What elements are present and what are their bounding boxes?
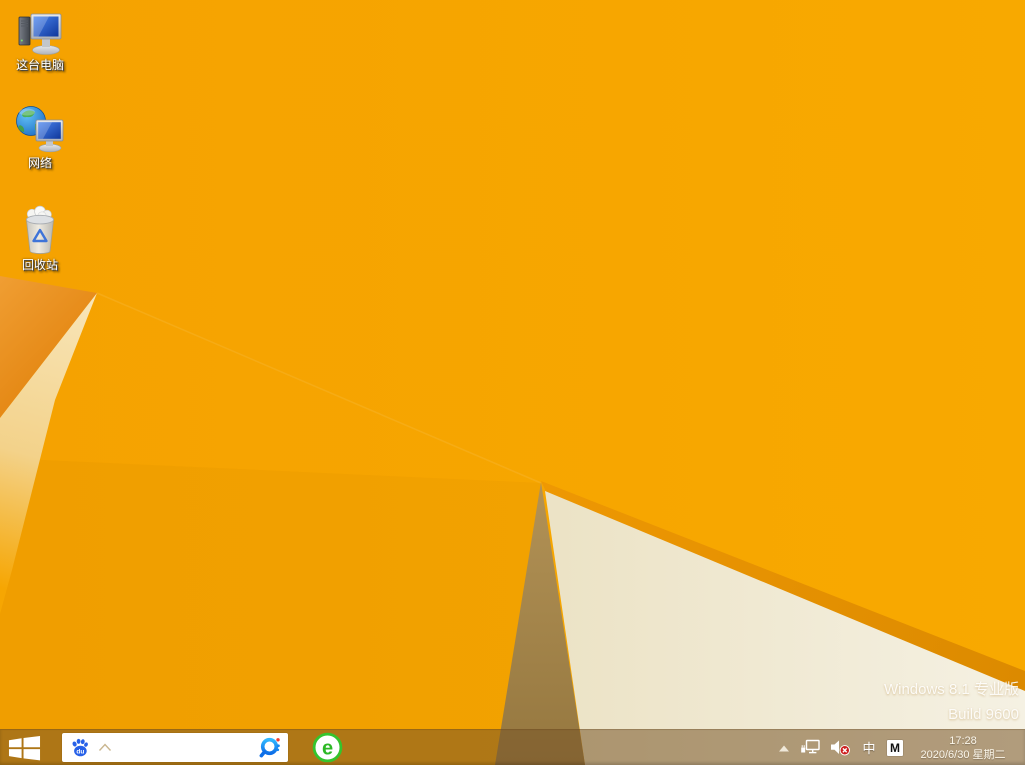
desktop-icon-network[interactable]: 网络 [8, 104, 72, 170]
desktop-icon-label: 网络 [8, 156, 72, 170]
wired-network-icon [800, 739, 821, 756]
desktop-wallpaper [0, 0, 1025, 765]
recycle-bin-icon [8, 206, 72, 256]
search-input[interactable] [112, 737, 257, 759]
taskbar-clock[interactable]: 17:28 2020/6/30 星期二 [906, 730, 1020, 765]
watermark-edition: Windows 8.1 专业版 [884, 677, 1019, 702]
network-icon [8, 104, 72, 154]
hidden-icons-button[interactable] [777, 730, 791, 765]
desktop-icon-this-pc[interactable]: 这台电脑 [8, 6, 72, 72]
taskbar: du e [0, 729, 1025, 765]
ime-language-indicator[interactable]: 中 [860, 730, 878, 765]
watermark-build: Build 9600 [884, 702, 1019, 727]
baidu-paw-icon: du [70, 737, 90, 758]
desktop-icon-recycle-bin[interactable]: 回收站 [8, 206, 72, 272]
chevron-up-icon[interactable] [98, 743, 112, 752]
taskbar-search-box[interactable]: du [62, 733, 288, 762]
this-pc-icon [8, 6, 72, 56]
desktop-icon-label: 回收站 [8, 258, 72, 272]
green-e-icon: e [312, 732, 343, 763]
svg-text:du: du [76, 748, 84, 755]
baidu-search-icon[interactable] [257, 735, 282, 760]
os-watermark: Windows 8.1 专业版 Build 9600 [884, 677, 1019, 727]
clock-date: 2020/6/30 星期二 [906, 748, 1020, 762]
network-tray-icon[interactable] [800, 730, 821, 765]
pinned-app-green-e-browser[interactable]: e [310, 731, 344, 764]
hidden-icons-arrow-icon [777, 741, 791, 755]
ime-mode-indicator: M [887, 740, 903, 756]
svg-text:e: e [321, 738, 332, 760]
ime-mode-button[interactable]: M [887, 730, 903, 765]
clock-time: 17:28 [906, 734, 1020, 748]
start-button[interactable] [0, 730, 48, 765]
system-tray: 中 M [777, 730, 903, 765]
desktop: 这台电脑 网络 [0, 0, 1025, 765]
volume-muted-tray-icon[interactable] [830, 730, 851, 765]
windows-logo-icon [8, 735, 41, 761]
volume-muted-icon [830, 739, 851, 756]
desktop-icon-label: 这台电脑 [8, 58, 72, 72]
